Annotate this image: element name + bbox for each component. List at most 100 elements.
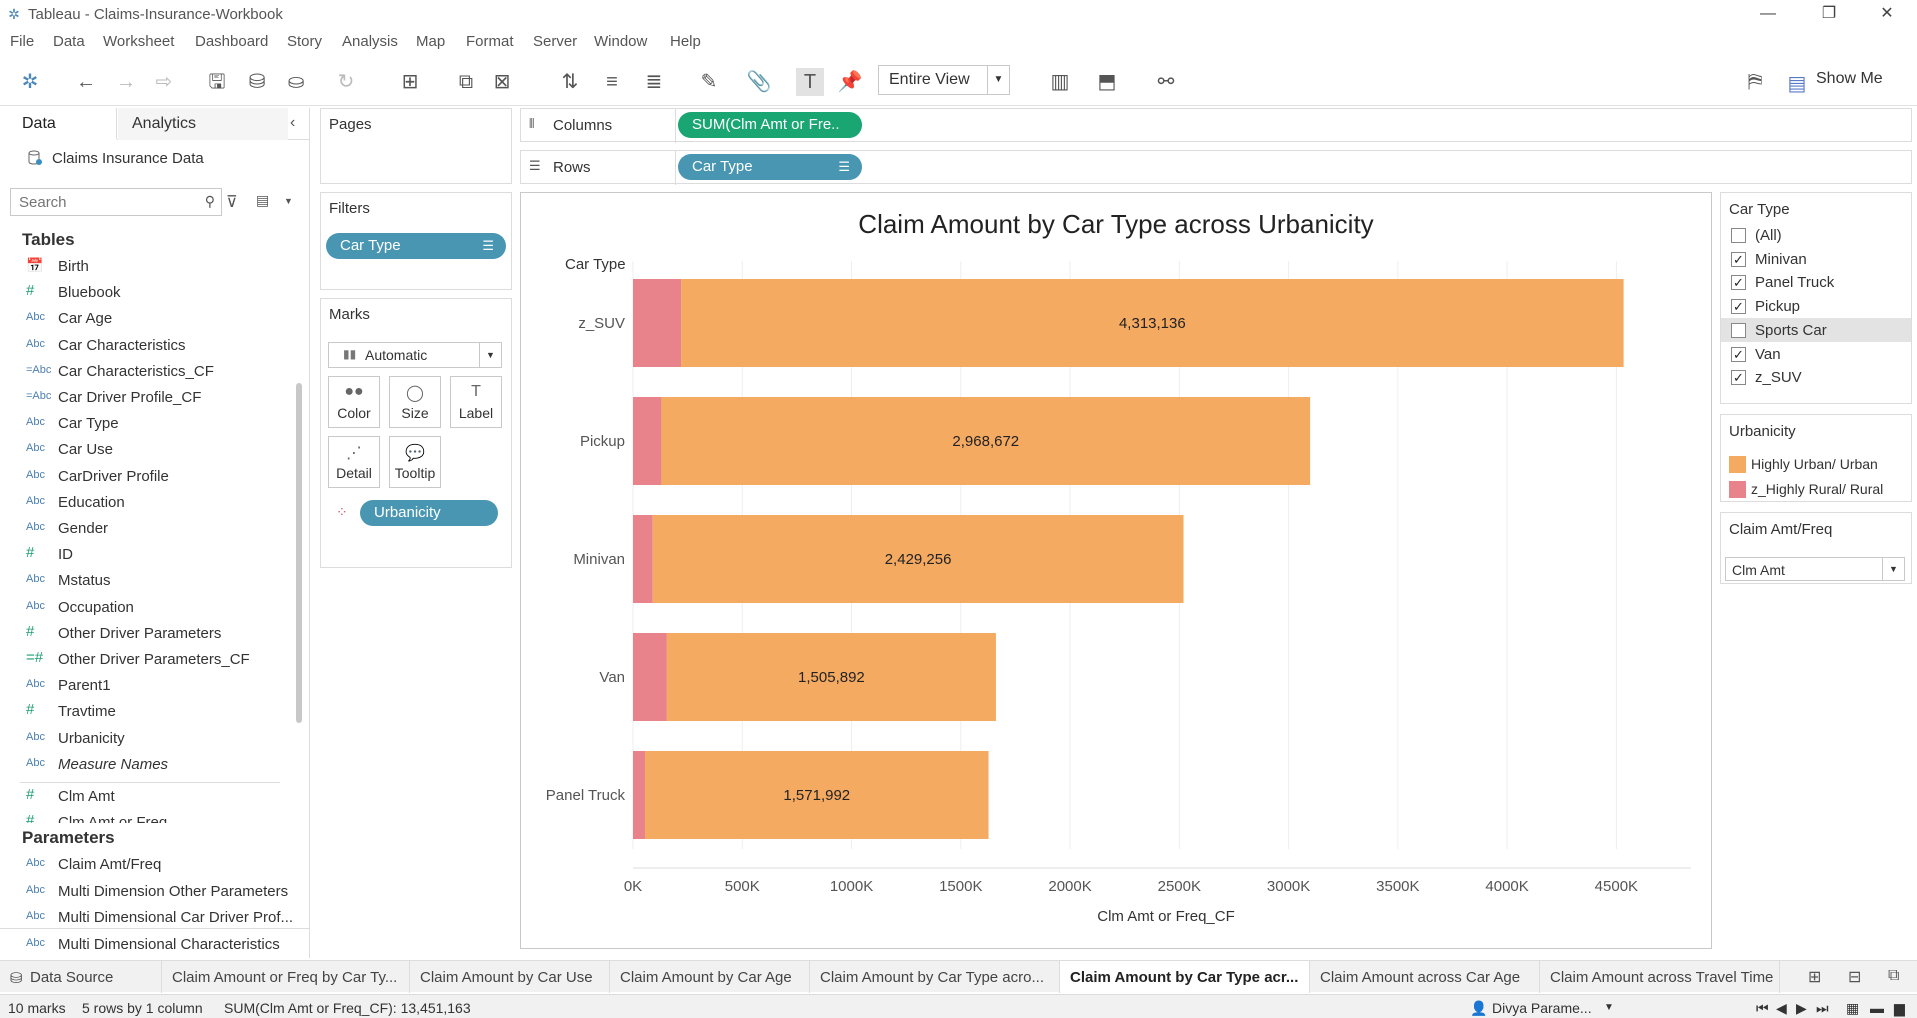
field-gender[interactable]: Abc Gender bbox=[0, 517, 300, 541]
columns-pill[interactable]: SUM(Clm Amt or Fre.. bbox=[678, 112, 862, 138]
sheet-tab-4[interactable]: Claim Amount by Car Type acro... bbox=[810, 961, 1060, 993]
swap-rows-columns-icon[interactable]: ⇅ bbox=[556, 68, 584, 96]
field-mstatus[interactable]: Abc Mstatus bbox=[0, 569, 300, 593]
redo-icon[interactable]: → bbox=[112, 68, 140, 96]
filters-card[interactable]: Filters Car Type ☰ bbox=[320, 192, 512, 290]
field-bluebook[interactable]: # Bluebook bbox=[0, 281, 300, 305]
sort-descending-icon[interactable]: ≣ bbox=[640, 68, 668, 96]
save-icon[interactable]: 🖫 bbox=[203, 68, 231, 96]
field-other-driver-parameters-cf[interactable]: =# Other Driver Parameters_CF bbox=[0, 648, 300, 672]
checkbox-checked-icon[interactable]: ✓ bbox=[1731, 299, 1746, 315]
chevron-down-icon[interactable]: ▼ bbox=[284, 196, 293, 206]
undo-icon[interactable]: ← bbox=[72, 68, 100, 96]
chart-view[interactable]: Claim Amount by Car Type across Urbanici… bbox=[520, 192, 1712, 949]
show-cards-icon[interactable]: ▥ bbox=[1046, 68, 1074, 96]
field-id[interactable]: # ID bbox=[0, 543, 300, 567]
share-icon[interactable]: ⚯ bbox=[1152, 68, 1180, 96]
tab-data-source[interactable]: ⛁ Data Source bbox=[0, 961, 162, 993]
menu-data[interactable]: Data bbox=[53, 33, 85, 50]
marks-pill-urbanicity[interactable]: Urbanicity bbox=[360, 500, 498, 526]
datasource-name[interactable]: Claims Insurance Data bbox=[52, 150, 204, 167]
filter-option-pickup[interactable]: ✓ Pickup bbox=[1721, 294, 1911, 318]
field-clm-amt[interactable]: # Clm Amt bbox=[0, 785, 300, 809]
bar-panel-truck-rural[interactable] bbox=[633, 751, 646, 839]
field-measure-names[interactable]: Abc Measure Names bbox=[0, 753, 300, 777]
filter-option-z-suv[interactable]: ✓ z_SUV bbox=[1721, 365, 1911, 389]
color-mark-button[interactable]: ●● Color bbox=[328, 376, 380, 428]
menu-format[interactable]: Format bbox=[466, 33, 514, 50]
close-button[interactable]: ✕ bbox=[1872, 4, 1902, 24]
tab-analytics[interactable]: Analytics bbox=[118, 108, 288, 140]
checkbox-checked-icon[interactable]: ✓ bbox=[1731, 370, 1746, 386]
restore-button[interactable]: ❐ bbox=[1814, 4, 1844, 24]
chevron-down-icon[interactable]: ▼ bbox=[1604, 1002, 1614, 1013]
parameter-claim-amt-freq[interactable]: Abc Claim Amt/Freq bbox=[0, 853, 300, 877]
group-members-icon[interactable]: 📎 bbox=[745, 68, 773, 96]
new-dashboard-tab-icon[interactable]: ⊟ bbox=[1848, 967, 1861, 987]
filter-pill-car-type[interactable]: Car Type ☰ bbox=[326, 233, 506, 259]
rows-pill[interactable]: Car Type ☰ bbox=[678, 154, 862, 180]
sheet-sorter-icon[interactable]: ▦ bbox=[1846, 1000, 1859, 1017]
bar-pickup-rural[interactable] bbox=[633, 397, 662, 485]
minimize-button[interactable]: — bbox=[1753, 4, 1783, 24]
menu-map[interactable]: Map bbox=[416, 33, 445, 50]
show-me-icon[interactable]: ▤ bbox=[1786, 70, 1808, 98]
size-mark-button[interactable]: ◯ Size bbox=[389, 376, 441, 428]
checkbox-checked-icon[interactable]: ✓ bbox=[1731, 251, 1746, 267]
field-parent1[interactable]: Abc Parent1 bbox=[0, 674, 300, 698]
search-input[interactable] bbox=[19, 194, 189, 211]
field-occupation[interactable]: Abc Occupation bbox=[0, 596, 300, 620]
fix-axes-icon[interactable]: 📌 bbox=[836, 68, 864, 96]
filter-option-all[interactable]: (All) bbox=[1721, 223, 1911, 247]
field-car-use[interactable]: Abc Car Use bbox=[0, 438, 300, 462]
filter-option-van[interactable]: ✓ Van bbox=[1721, 342, 1911, 366]
menu-worksheet[interactable]: Worksheet bbox=[103, 33, 174, 50]
field-birth[interactable]: 📅 Birth bbox=[0, 255, 300, 279]
bar-z-suv-rural[interactable] bbox=[633, 279, 682, 367]
detail-mark-button[interactable]: ⋰ Detail bbox=[328, 436, 380, 488]
tabs-view-icon[interactable]: ▆ bbox=[1894, 1000, 1905, 1017]
format-painter-icon[interactable]: ⛿ bbox=[1741, 68, 1769, 96]
field-car-age[interactable]: Abc Car Age bbox=[0, 307, 300, 331]
tab-data[interactable]: Data bbox=[0, 108, 117, 140]
field-cardriver-profile[interactable]: Abc CarDriver Profile bbox=[0, 465, 300, 489]
search-field[interactable]: ⚲ bbox=[10, 188, 222, 216]
filter-option-panel-truck[interactable]: ✓ Panel Truck bbox=[1721, 270, 1911, 294]
field-list-scrollbar[interactable] bbox=[296, 383, 302, 723]
parameter-multi-dimensional-car-driver-prof[interactable]: Abc Multi Dimensional Car Driver Prof... bbox=[0, 906, 300, 930]
legend-item-highly-urban-urban[interactable]: Highly Urban/ Urban bbox=[1721, 451, 1911, 475]
filter-option-minivan[interactable]: ✓ Minivan bbox=[1721, 247, 1911, 271]
menu-help[interactable]: Help bbox=[670, 33, 701, 50]
pages-card[interactable]: Pages bbox=[320, 108, 512, 184]
menu-dashboard[interactable]: Dashboard bbox=[195, 33, 268, 50]
menu-file[interactable]: File bbox=[10, 33, 34, 50]
last-sheet-icon[interactable]: ⏭ bbox=[1816, 1000, 1829, 1017]
field-car-characteristics[interactable]: Abc Car Characteristics bbox=[0, 334, 300, 358]
clear-sheet-icon[interactable]: ⊠ bbox=[488, 68, 516, 96]
sort-ascending-icon[interactable]: ≡ bbox=[598, 68, 626, 96]
menu-window[interactable]: Window bbox=[594, 33, 647, 50]
prev-sheet-icon[interactable]: ◀ bbox=[1776, 1000, 1787, 1017]
new-datasource-icon[interactable]: ⛁ bbox=[243, 68, 271, 96]
filter-option-sports-car[interactable]: Sports Car bbox=[1721, 317, 1911, 342]
parameter-multi-dimensional-characteristics[interactable]: Abc Multi Dimensional Characteristics bbox=[0, 933, 300, 957]
menu-story[interactable]: Story bbox=[287, 33, 322, 50]
filter-fields-icon[interactable]: ⊽ bbox=[226, 192, 238, 212]
sheet-tab-2[interactable]: Claim Amount by Car Use bbox=[410, 961, 610, 993]
field-travtime[interactable]: # Travtime bbox=[0, 700, 300, 724]
presentation-mode-icon[interactable]: ⬒ bbox=[1093, 68, 1121, 96]
duplicate-sheet-icon[interactable]: ⧉ bbox=[452, 68, 480, 96]
new-worksheet-icon[interactable]: ⊞ bbox=[396, 68, 424, 96]
fit-dropdown[interactable]: Entire View ▼ bbox=[878, 65, 1010, 95]
highlight-icon[interactable]: ✎ bbox=[695, 68, 723, 96]
menu-analysis[interactable]: Analysis bbox=[342, 33, 398, 50]
sheet-tab-3[interactable]: Claim Amount by Car Age bbox=[610, 961, 810, 993]
bar-van-rural[interactable] bbox=[633, 633, 667, 721]
field-car-characteristics-cf[interactable]: =Abc Car Characteristics_CF bbox=[0, 360, 300, 384]
tableau-home-icon[interactable]: ✲ bbox=[16, 68, 44, 96]
user-name[interactable]: Divya Parame... bbox=[1492, 1000, 1592, 1016]
show-me-button[interactable]: Show Me bbox=[1816, 70, 1883, 88]
mark-type-dropdown[interactable]: ▮▮ Automatic ▼ bbox=[328, 342, 502, 368]
sheet-tab-6[interactable]: Claim Amount across Car Age bbox=[1310, 961, 1540, 993]
replay-icon[interactable]: ⇨ bbox=[150, 68, 178, 96]
